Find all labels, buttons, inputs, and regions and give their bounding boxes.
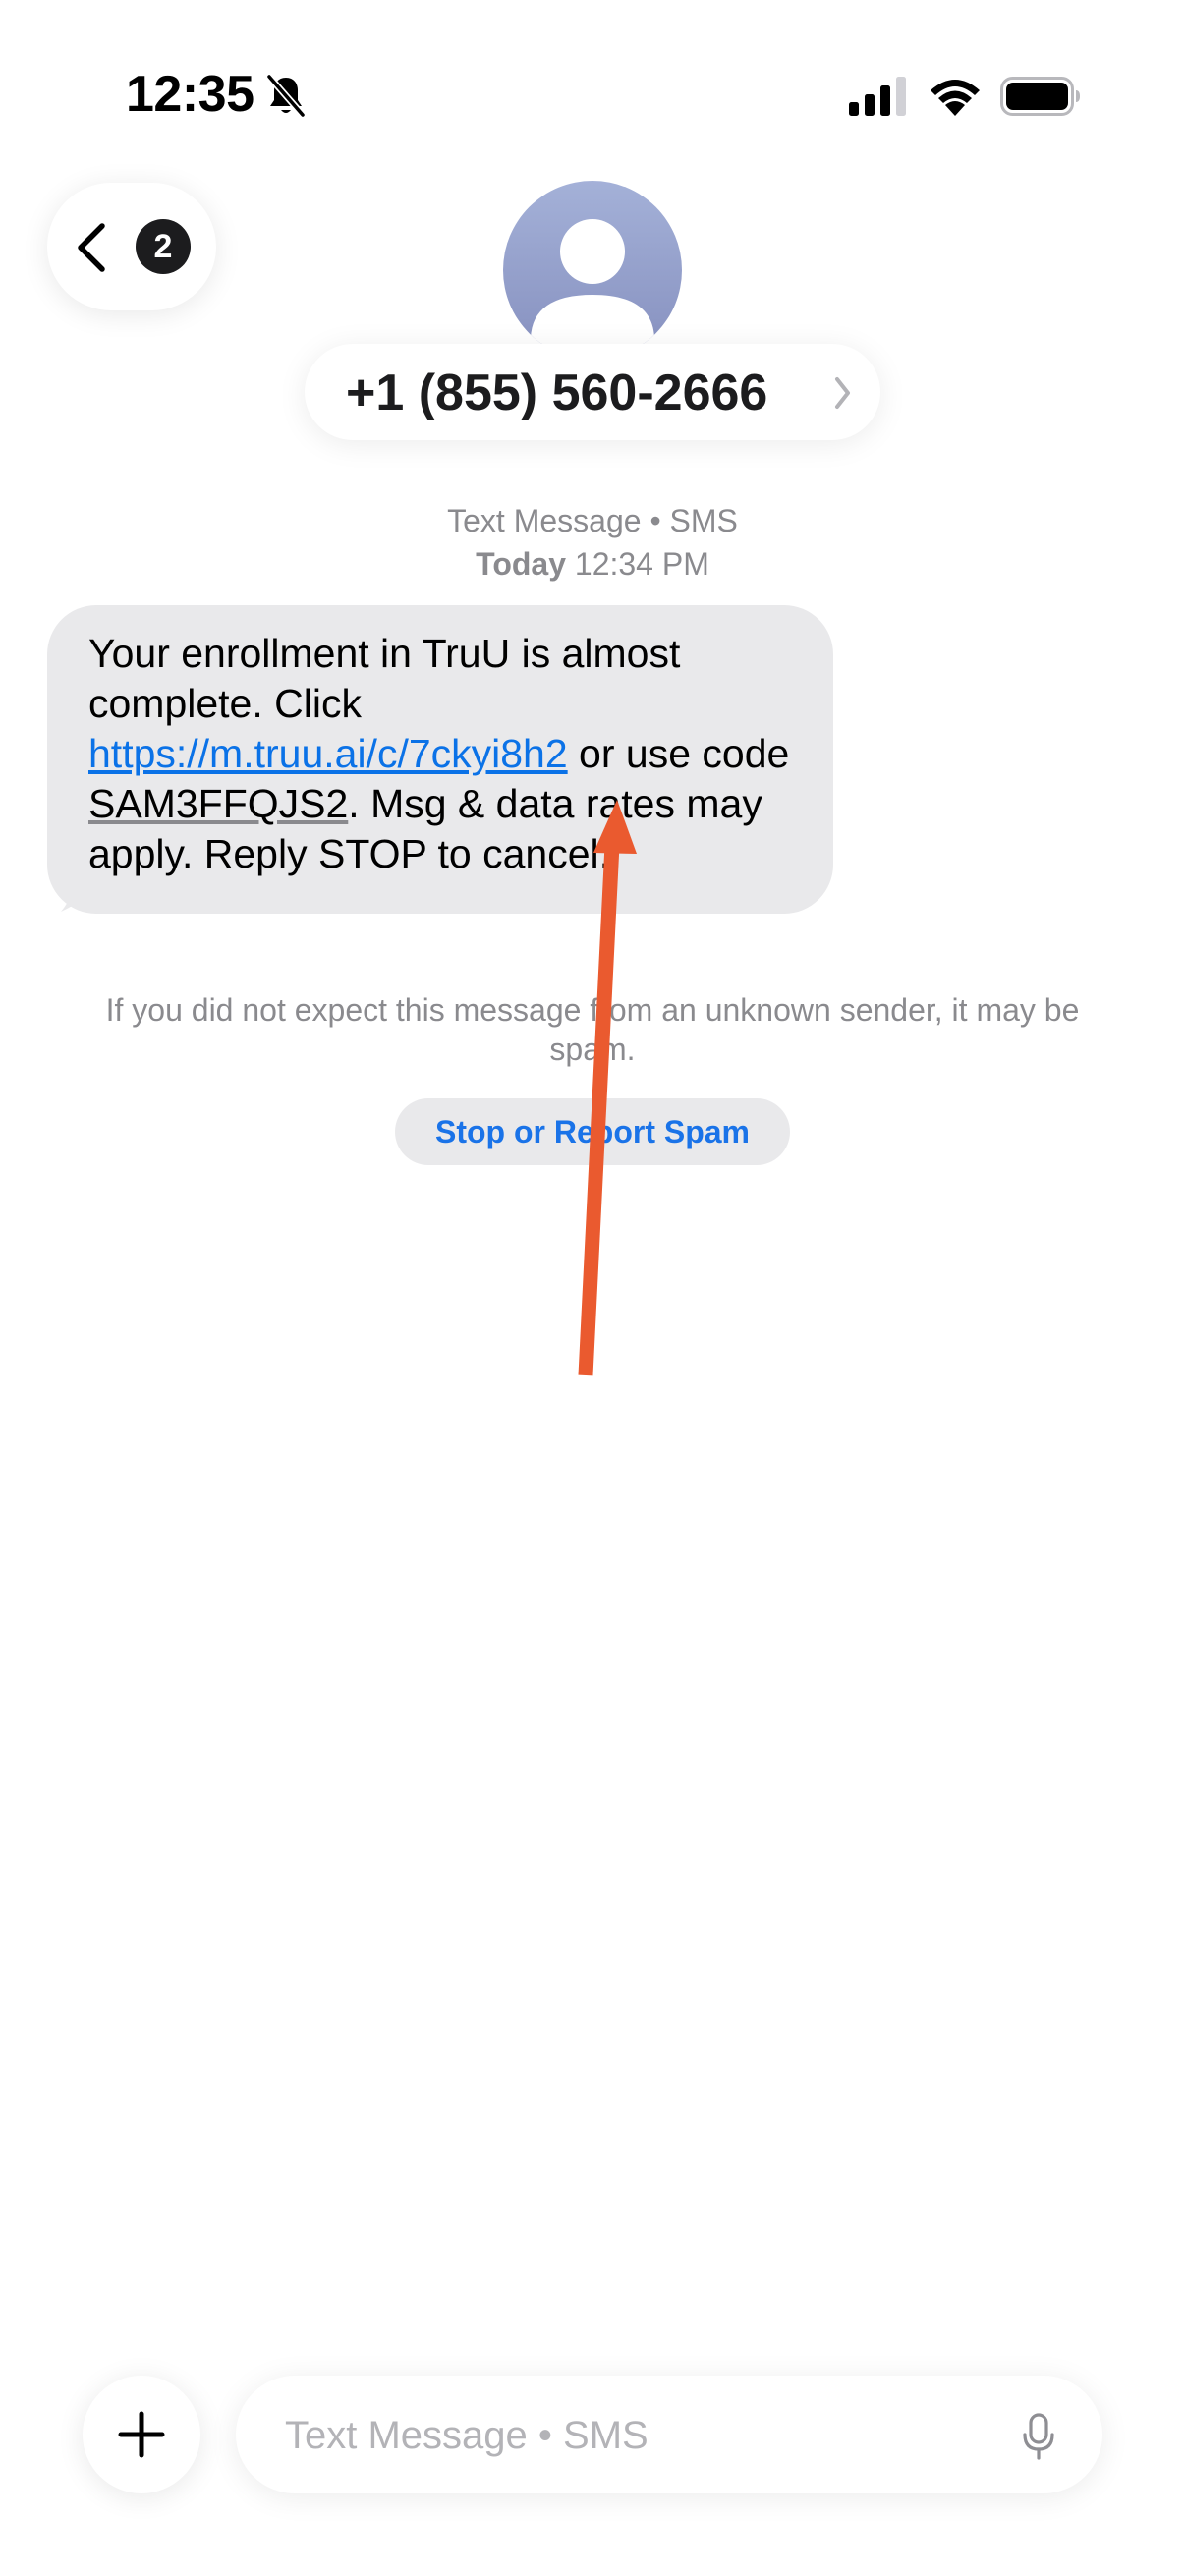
back-button[interactable]: 2 [47,183,216,310]
battery-icon [1000,77,1080,116]
timestamp-time: 12:34 PM [574,546,709,582]
message-text-part: or use code [567,731,790,776]
message-service-label: Text Message • SMS [447,503,738,538]
bell-slash-icon [266,74,306,118]
microphone-icon[interactable] [1022,2413,1055,2460]
chevron-right-icon [835,377,850,409]
signal-icon [849,77,906,116]
status-time: 12:35 [126,66,254,123]
wifi-icon [931,80,980,116]
chevron-left-icon [78,223,105,272]
status-bar: 12:35 [0,0,1185,187]
message-input[interactable] [283,2399,955,2472]
message-text-part: Your enrollment in TruU is almost comple… [88,631,681,726]
verification-code[interactable]: SAM3FFQJS2 [88,781,348,826]
person-avatar-icon [531,219,654,356]
message-bubble[interactable]: Your enrollment in TruU is almost comple… [47,605,833,914]
contact-avatar[interactable] [503,181,682,360]
contact-name: +1 (855) 560-2666 [346,364,768,421]
message-timestamp: Today 12:34 PM [0,546,1185,583]
message-link[interactable]: https://m.truu.ai/c/7ckyi8h2 [88,731,568,776]
unread-count-badge: 2 [136,219,191,274]
add-attachment-button[interactable] [83,2376,200,2493]
message-composer[interactable] [236,2376,1102,2493]
contact-name-button[interactable]: +1 (855) 560-2666 [305,344,880,440]
plus-icon [118,2411,165,2458]
spam-notice: If you did not expect this message from … [105,992,1080,1067]
message-text: Your enrollment in TruU is almost comple… [88,629,816,879]
stop-or-report-spam-button[interactable]: Stop or Report Spam [395,1098,790,1165]
timestamp-day: Today [476,546,566,582]
